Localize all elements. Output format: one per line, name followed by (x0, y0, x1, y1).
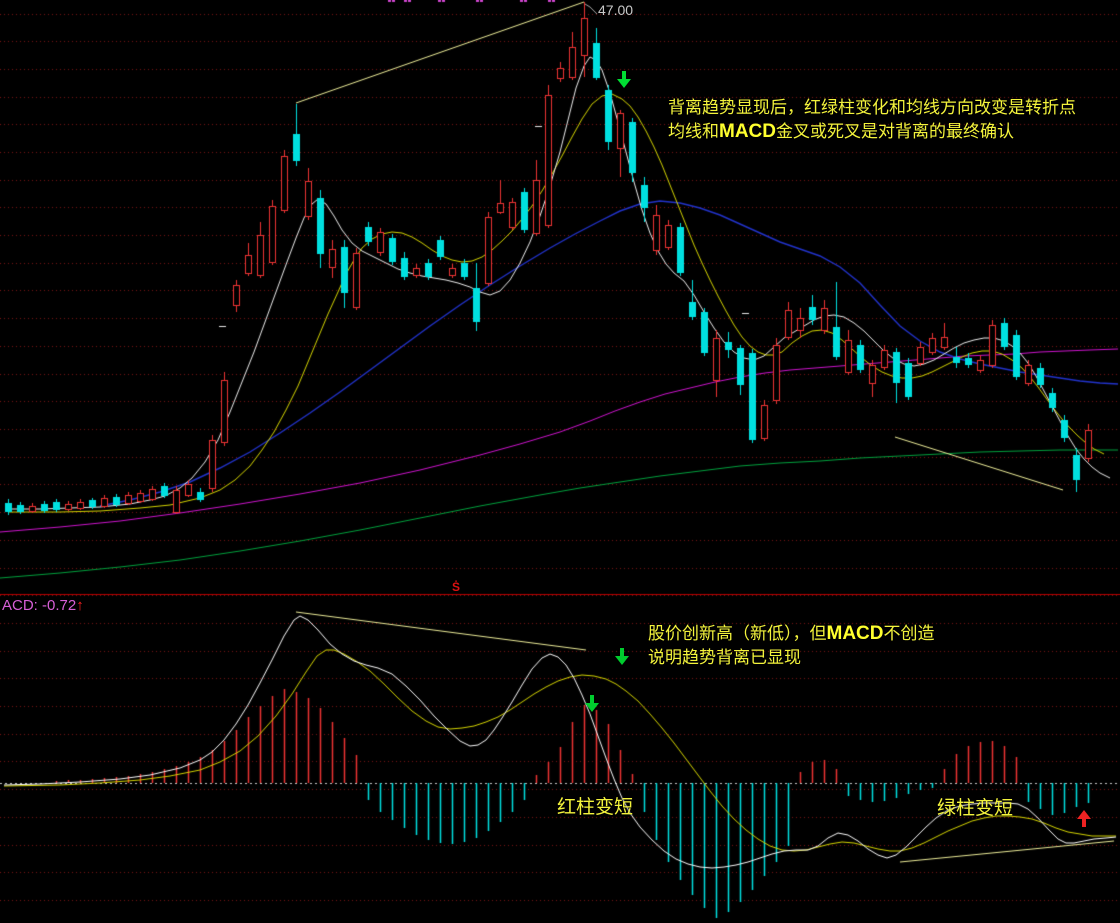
macd-keyword: MACD (827, 623, 884, 644)
green-down-arrow-icon (617, 71, 631, 88)
macd-annotation-line2: 说明趋势背离已显现 (648, 646, 935, 670)
red-up-arrow-icon (1077, 810, 1091, 827)
main-annotation-line2: 均线和MACD金叉或死叉是对背离的最终确认 (668, 120, 1076, 144)
macd-annotation-line1: 股价创新高（新低），但MACD不创造 (648, 622, 935, 646)
macd-annotation: 股价创新高（新低），但MACD不创造 说明趋势背离已显现 (648, 622, 935, 670)
green-histogram-note: 绿柱变短 (937, 793, 1013, 820)
green-down-arrow-icon (585, 695, 599, 712)
main-annotation: 背离趋势显现后，红绿柱变化和均线方向改变是转折点 均线和MACD金叉或死叉是对背… (668, 96, 1076, 144)
up-arrow-icon: ↑ (76, 597, 84, 614)
green-down-arrow-icon (615, 648, 629, 665)
red-histogram-note: 红柱变短 (557, 792, 633, 819)
event-marker: Ṡ (452, 580, 460, 594)
macd-indicator-value: ACD: -0.72↑ (2, 597, 84, 614)
main-annotation-line1: 背离趋势显现后，红绿柱变化和均线方向改变是转折点 (668, 96, 1076, 120)
macd-keyword: MACD (719, 121, 776, 142)
chart-window: 47.00 背离趋势显现后，红绿柱变化和均线方向改变是转折点 均线和MACD金叉… (0, 0, 1120, 923)
price-peak-label: 47.00 (598, 2, 633, 18)
